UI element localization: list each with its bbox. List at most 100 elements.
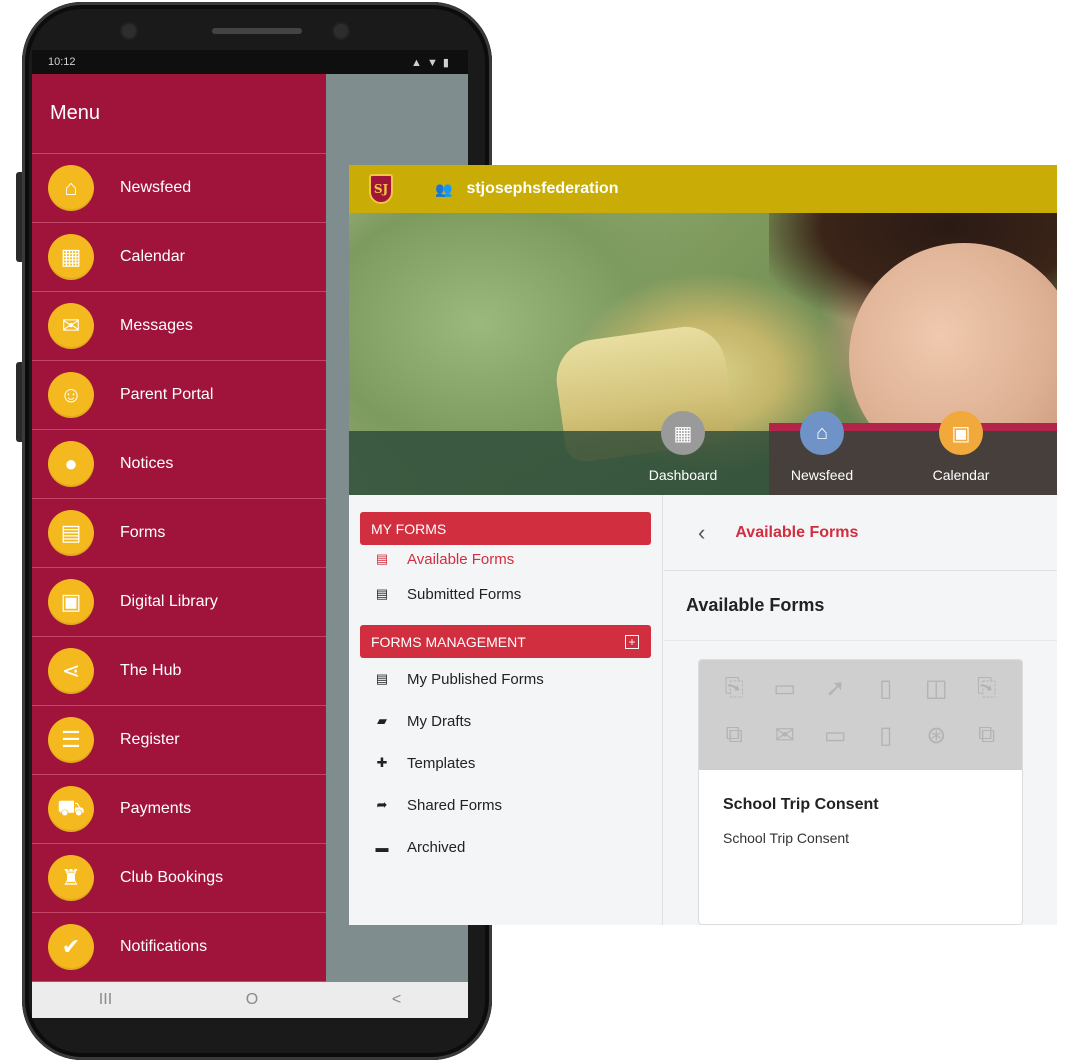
signal-battery-icons: ▲ ▼ ▮: [411, 56, 450, 69]
share-arrow-icon: ➦: [376, 797, 388, 812]
calendar-icon: ▣: [939, 411, 983, 455]
my-forms-header: MY FORMS: [360, 512, 651, 545]
clipboard-icon: ▯: [879, 722, 893, 749]
sidebar-item-archived[interactable]: ▬ Archived: [360, 826, 651, 868]
quick-link-calendar[interactable]: ▣ Calendar: [911, 411, 1011, 483]
quick-link-label: Dashboard: [648, 467, 718, 483]
add-form-button[interactable]: +: [625, 634, 639, 649]
clipboard-icon: ▤: [375, 551, 389, 566]
forms-content: MY FORMS ▤ Available Forms ▤ Submitted F…: [349, 495, 1057, 925]
pin-icon: ●: [48, 441, 94, 487]
menu-item-digital-library[interactable]: ▣ Digital Library: [32, 568, 326, 637]
home-icon: ⌂: [48, 165, 94, 211]
menu-item-register[interactable]: ☰ Register: [32, 706, 326, 775]
volume-button: [16, 172, 22, 262]
quick-link-newsfeed[interactable]: ⌂ Newsfeed: [772, 411, 872, 483]
top-bar: SJ 👥 stjosephsfederation: [349, 165, 1057, 213]
sidebar-item-available-forms[interactable]: ▤ Available Forms: [360, 545, 651, 573]
menu-item-the-hub[interactable]: ⋖ The Hub: [32, 637, 326, 706]
rocket-icon: ➚: [825, 675, 846, 702]
people-icon: 👥: [435, 180, 453, 197]
page-title: Available Forms: [664, 571, 1057, 641]
menu-item-label: Notifications: [120, 938, 208, 955]
home-button[interactable]: O: [246, 991, 258, 1009]
speaker-grille: [212, 28, 302, 34]
screenshot-stage: 10:12 ▲ ▼ ▮ Menu ⌂ Newsfeed ▦ Calendar ✉…: [0, 0, 1066, 1064]
cart-icon: ⛟: [48, 786, 94, 832]
form-card[interactable]: ⎘ ▭ ➚ ▯ ◫ ⎘ ⧉ ✉ ▭ ▯ ⊛ ⧉ School Trip Cons…: [698, 659, 1023, 925]
sidebar-item-label: My Drafts: [407, 712, 472, 730]
menu-item-newsfeed[interactable]: ⌂ Newsfeed: [32, 154, 326, 223]
home-icon: ⌂: [800, 411, 844, 455]
menu-item-payments[interactable]: ⛟ Payments: [32, 775, 326, 844]
menu-item-parent-portal[interactable]: ☺ Parent Portal: [32, 361, 326, 430]
section-title: FORMS MANAGEMENT: [371, 633, 526, 650]
folder-open-icon: ▰: [377, 713, 387, 728]
back-button[interactable]: <: [392, 991, 401, 1009]
sidebar-item-submitted-forms[interactable]: ▤ Submitted Forms: [360, 573, 651, 615]
menu-item-label: Forms: [120, 524, 166, 541]
menu-item-label: Messages: [120, 317, 193, 334]
menu-item-label: Payments: [120, 800, 192, 817]
site-name[interactable]: stjosephsfederation: [466, 180, 618, 198]
menu-item-label: Newsfeed: [120, 179, 192, 196]
sidebar-item-my-published-forms[interactable]: ▤ My Published Forms: [360, 658, 651, 700]
calendar-icon: ▭: [773, 675, 797, 702]
sidebar-item-label: My Published Forms: [407, 670, 544, 688]
document-icon: ▯: [879, 675, 893, 702]
menu-item-forms[interactable]: ▤ Forms: [32, 499, 326, 568]
menu-item-label: Register: [120, 731, 180, 748]
sidebar-item-label: Shared Forms: [407, 796, 503, 814]
sidebar-item-label: Submitted Forms: [407, 585, 522, 603]
copy-icon: ⧉: [978, 721, 996, 748]
section-title: MY FORMS: [371, 520, 447, 537]
menu-item-label: Parent Portal: [120, 386, 214, 403]
menu-item-label: Notices: [120, 455, 174, 472]
sidebar-item-my-drafts[interactable]: ▰ My Drafts: [360, 700, 651, 742]
school-crest-logo[interactable]: SJ: [369, 174, 393, 204]
book-icon: ⎘: [724, 674, 744, 701]
menu-item-notifications[interactable]: ✔ Notifications: [32, 913, 326, 982]
image-icon: ▭: [823, 722, 847, 749]
menu-item-label: Digital Library: [120, 593, 218, 610]
menu-item-messages[interactable]: ✉ Messages: [32, 292, 326, 361]
bixby-button: [16, 362, 22, 442]
forms-management-header: FORMS MANAGEMENT +: [360, 625, 651, 658]
card-pattern-image: ⎘ ▭ ➚ ▯ ◫ ⎘ ⧉ ✉ ▭ ▯ ⊛ ⧉: [699, 660, 1022, 770]
card-title: School Trip Consent: [723, 796, 879, 813]
clipboard-icon: ▤: [375, 586, 389, 601]
sidebar-item-shared-forms[interactable]: ➦ Shared Forms: [360, 784, 651, 826]
library-icon: ▣: [48, 579, 94, 625]
book-icon: ⎘: [977, 674, 997, 701]
menu-item-calendar[interactable]: ▦ Calendar: [32, 223, 326, 292]
envelope-icon: ✉: [774, 722, 795, 749]
breadcrumb-title: Available Forms: [735, 523, 859, 541]
puzzle-icon: ✚: [376, 755, 388, 770]
quick-link-label: Newsfeed: [790, 467, 854, 483]
chevron-left-icon[interactable]: ‹: [698, 520, 705, 546]
forms-icon: ▤: [48, 510, 94, 556]
envelope-icon: ✉: [48, 303, 94, 349]
status-bar: 10:12 ▲ ▼ ▮: [32, 50, 468, 74]
sidebar-item-label: Templates: [407, 754, 476, 772]
quick-link-dashboard[interactable]: ▦ Dashboard: [633, 411, 733, 483]
status-time: 10:12: [48, 56, 76, 68]
recent-apps-button[interactable]: III: [99, 991, 112, 1009]
forms-main: ‹ Available Forms Available Forms ⎘ ▭ ➚ …: [664, 495, 1057, 925]
quick-link-label: Calendar: [932, 467, 990, 483]
card-subtitle: School Trip Consent: [723, 830, 850, 846]
navigation-drawer: Menu ⌂ Newsfeed ▦ Calendar ✉ Messages ☺ …: [32, 74, 326, 982]
sidebar-item-label: Archived: [407, 838, 466, 856]
menu-item-notices[interactable]: ● Notices: [32, 430, 326, 499]
calendar-icon: ▦: [48, 234, 94, 280]
people-icon: ☺: [48, 372, 94, 418]
shirt-icon: ♜: [48, 855, 94, 901]
android-nav-bar: III O <: [32, 982, 468, 1018]
menu-item-label: Calendar: [120, 248, 185, 265]
menu-title: Menu: [32, 74, 326, 154]
web-app-panel: SJ 👥 stjosephsfederation ▦ Dashboard ⌂ N…: [349, 165, 1057, 925]
menu-item-club-bookings[interactable]: ♜ Club Bookings: [32, 844, 326, 913]
clipboard-icon: ▤: [375, 671, 389, 686]
sidebar-item-templates[interactable]: ✚ Templates: [360, 742, 651, 784]
